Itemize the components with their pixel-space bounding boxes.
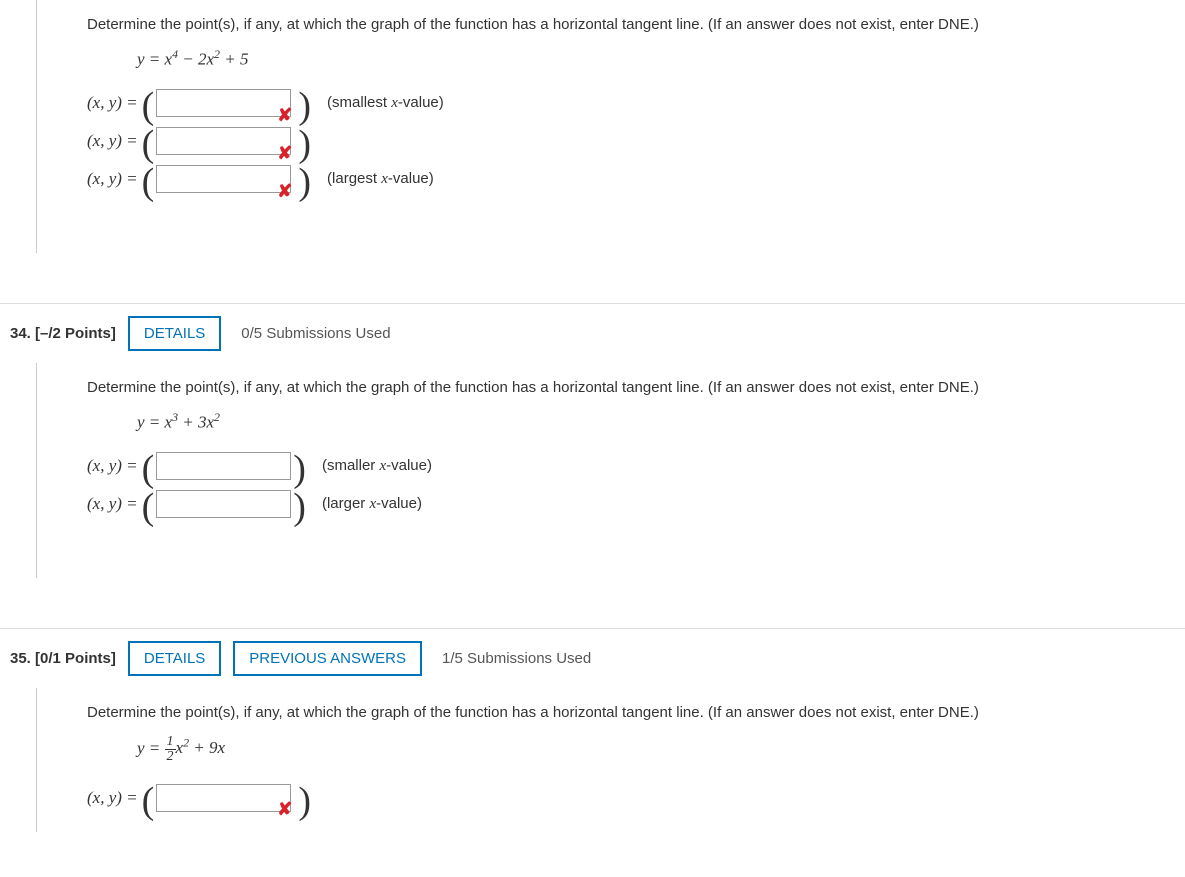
answer-row: (x, y) = ( ) (smaller x-value) [87, 452, 1145, 480]
answer-row: (x, y) = ( ✘ ) (largest x-value) [87, 165, 1145, 193]
wrong-icon: ✘ [277, 105, 292, 126]
question-34-body: Determine the point(s), if any, at which… [36, 363, 1185, 578]
question-33-equation: y = x4 − 2x2 + 5 [137, 47, 1145, 70]
question-35-body: Determine the point(s), if any, at which… [36, 688, 1185, 832]
answer-input[interactable] [156, 784, 291, 812]
answer-lhs: (x, y) = [87, 788, 138, 808]
question-35-equation: y = 12x2 + 9x [137, 735, 1145, 764]
answer-hint: (smaller x-value) [322, 457, 432, 475]
answer-row: (x, y) = ( ✘ ) [87, 784, 1145, 812]
question-34: 34. [–/2 Points] DETAILS 0/5 Submissions… [0, 303, 1185, 578]
answer-input[interactable] [156, 127, 291, 155]
answer-row: (x, y) = ( ✘ ) [87, 127, 1145, 155]
question-35: 35. [0/1 Points] DETAILS PREVIOUS ANSWER… [0, 628, 1185, 832]
question-33-prompt: Determine the point(s), if any, at which… [87, 14, 1145, 37]
answer-hint: (larger x-value) [322, 495, 422, 513]
answer-hint: (largest x-value) [327, 170, 434, 188]
previous-answers-button[interactable]: PREVIOUS ANSWERS [233, 641, 422, 676]
wrong-icon: ✘ [277, 799, 292, 820]
answer-input[interactable] [156, 89, 291, 117]
question-number: 34. [–/2 Points] [10, 325, 116, 342]
question-34-header: 34. [–/2 Points] DETAILS 0/5 Submissions… [0, 304, 1185, 363]
details-button[interactable]: DETAILS [128, 316, 221, 351]
question-33-body: Determine the point(s), if any, at which… [36, 0, 1185, 253]
answer-input[interactable] [156, 165, 291, 193]
question-34-equation: y = x3 + 3x2 [137, 410, 1145, 433]
submissions-used: 0/5 Submissions Used [241, 325, 390, 342]
answer-lhs: (x, y) = [87, 131, 138, 151]
answer-row: (x, y) = ( ✘ ) (smallest x-value) [87, 89, 1145, 117]
answer-lhs: (x, y) = [87, 169, 138, 189]
wrong-icon: ✘ [277, 143, 292, 164]
answer-hint: (smallest x-value) [327, 94, 444, 112]
answer-input[interactable] [156, 490, 291, 518]
answer-lhs: (x, y) = [87, 456, 138, 476]
answer-lhs: (x, y) = [87, 93, 138, 113]
question-35-prompt: Determine the point(s), if any, at which… [87, 702, 1145, 725]
answer-lhs: (x, y) = [87, 494, 138, 514]
details-button[interactable]: DETAILS [128, 641, 221, 676]
question-number: 35. [0/1 Points] [10, 650, 116, 667]
wrong-icon: ✘ [277, 181, 292, 202]
answer-input[interactable] [156, 452, 291, 480]
question-34-prompt: Determine the point(s), if any, at which… [87, 377, 1145, 400]
submissions-used: 1/5 Submissions Used [442, 650, 591, 667]
answer-row: (x, y) = ( ) (larger x-value) [87, 490, 1145, 518]
question-35-header: 35. [0/1 Points] DETAILS PREVIOUS ANSWER… [0, 629, 1185, 688]
